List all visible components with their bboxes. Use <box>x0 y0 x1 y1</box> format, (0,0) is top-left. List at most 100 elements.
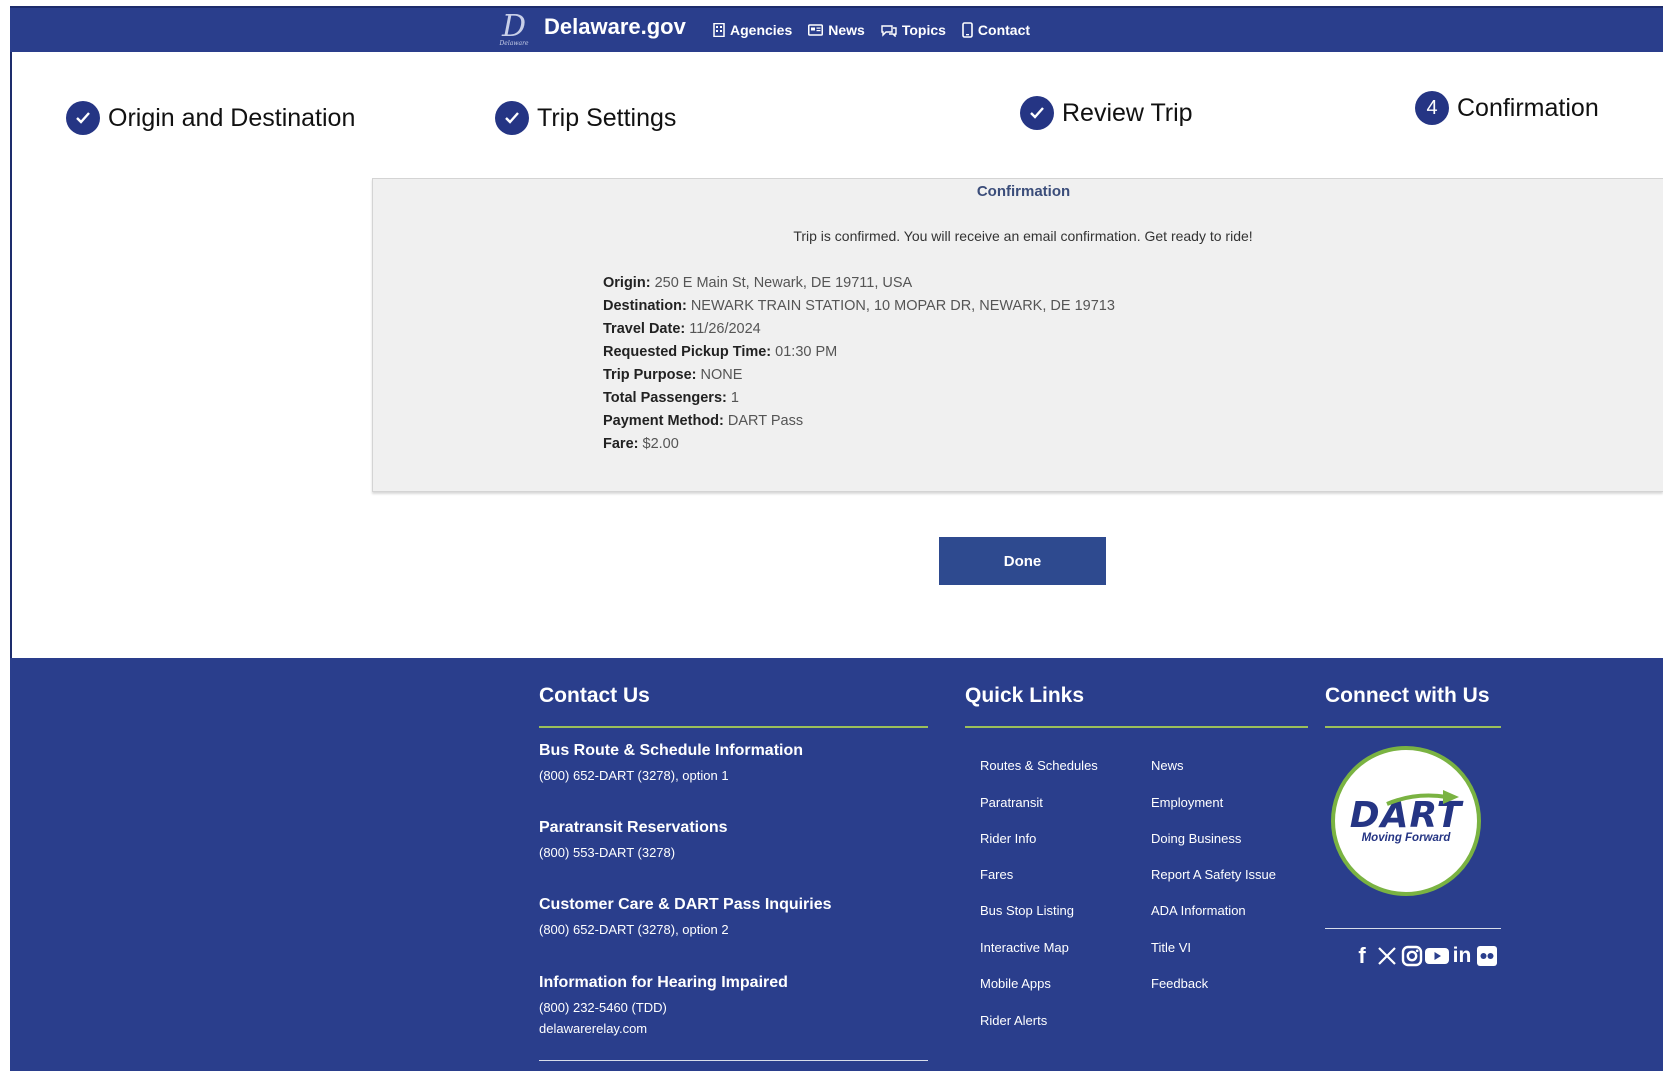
detail-value: 1 <box>730 390 739 406</box>
delaware-logo-caption: Delaware <box>499 40 529 47</box>
detail-label: Payment Method: <box>603 413 724 429</box>
contact-phone[interactable]: (800) 232-5460 (TDD) <box>539 1000 788 1015</box>
step-origin-destination: Origin and Destination <box>66 101 355 135</box>
contact-heading: Contact Us <box>539 684 650 707</box>
detail-value: 250 E Main St, Newark, DE 19711, USA <box>654 275 913 291</box>
quick-link[interactable]: Rider Alerts <box>980 1013 1047 1028</box>
delaware-logo-glyph: D <box>501 9 527 44</box>
contact-bottom-divider <box>539 1060 928 1061</box>
quick-link[interactable]: Bus Stop Listing <box>980 903 1074 918</box>
quick-link[interactable]: Doing Business <box>1151 831 1241 846</box>
contact-hearing-impaired: Information for Hearing Impaired (800) 2… <box>539 974 788 1036</box>
quick-link[interactable]: ADA Information <box>1151 903 1246 918</box>
step-label: Trip Settings <box>537 103 677 132</box>
detail-label: Fare: <box>603 436 639 452</box>
detail-label: Total Passengers: <box>603 390 727 406</box>
detail-label: Requested Pickup Time: <box>603 344 772 360</box>
step-confirmation: 4 Confirmation <box>1415 91 1599 125</box>
flickr-icon[interactable] <box>1475 944 1499 968</box>
check-icon <box>66 101 100 135</box>
quick-link[interactable]: Routes & Schedules <box>980 758 1098 773</box>
detail-total-passengers: Total Passengers: 1 <box>603 387 1115 410</box>
quick-links-divider <box>965 726 1308 728</box>
detail-travel-date: Travel Date: 11/26/2024 <box>603 318 1115 341</box>
trip-details: Origin: 250 E Main St, Newark, DE 19711,… <box>603 272 1115 456</box>
contact-divider <box>539 726 928 728</box>
delaware-logo[interactable]: D Delaware <box>494 12 534 52</box>
step-review-trip: Review Trip <box>1020 96 1193 130</box>
detail-label: Destination: <box>603 298 687 314</box>
contact-phone[interactable]: (800) 652-DART (3278), option 2 <box>539 922 832 937</box>
site-title[interactable]: Delaware.gov <box>544 14 686 40</box>
nav-agencies[interactable]: Agencies <box>713 22 792 38</box>
confirmation-message: Trip is confirmed. You will receive an e… <box>793 228 1253 244</box>
detail-value: DART Pass <box>727 413 804 429</box>
detail-label: Origin: <box>603 275 651 291</box>
connect-heading: Connect with Us <box>1325 684 1490 707</box>
detail-value: 11/26/2024 <box>689 321 761 337</box>
detail-pickup-time: Requested Pickup Time: 01:30 PM <box>603 341 1115 364</box>
contact-phone[interactable]: (800) 652-DART (3278), option 1 <box>539 768 803 783</box>
instagram-icon[interactable] <box>1400 944 1424 968</box>
phone-icon <box>962 22 973 38</box>
dart-logo[interactable]: DART Moving Forward <box>1331 746 1481 896</box>
contact-bus-route: Bus Route & Schedule Information (800) 6… <box>539 742 803 783</box>
quick-link[interactable]: Paratransit <box>980 795 1043 810</box>
detail-label: Travel Date: <box>603 321 686 337</box>
check-icon <box>1020 96 1054 130</box>
contact-link[interactable]: delawarerelay.com <box>539 1021 788 1036</box>
building-icon <box>713 23 725 37</box>
quick-link[interactable]: Employment <box>1151 795 1223 810</box>
step-trip-settings: Trip Settings <box>495 101 676 135</box>
dart-logo-tagline: Moving Forward <box>1361 832 1451 844</box>
detail-value: $2.00 <box>642 436 679 452</box>
done-button[interactable]: Done <box>939 537 1106 585</box>
contact-title: Customer Care & DART Pass Inquiries <box>539 896 832 913</box>
detail-origin: Origin: 250 E Main St, Newark, DE 19711,… <box>603 272 1115 295</box>
quick-links-heading: Quick Links <box>965 684 1085 707</box>
contact-title: Information for Hearing Impaired <box>539 974 788 991</box>
quick-link[interactable]: Interactive Map <box>980 940 1069 955</box>
nav-agencies-label: Agencies <box>730 22 793 38</box>
nav-contact-label: Contact <box>977 22 1031 38</box>
nav-contact[interactable]: Contact <box>962 22 1030 38</box>
quick-link[interactable]: Rider Info <box>980 831 1036 846</box>
linkedin-icon[interactable]: in <box>1450 944 1474 968</box>
detail-destination: Destination: NEWARK TRAIN STATION, 10 MO… <box>603 295 1115 318</box>
youtube-icon[interactable] <box>1425 944 1449 968</box>
facebook-icon[interactable]: f <box>1350 943 1374 968</box>
nav-topics[interactable]: Topics <box>881 22 946 38</box>
detail-value: NEWARK TRAIN STATION, 10 MOPAR DR, NEWAR… <box>690 298 1115 314</box>
nav-news[interactable]: News <box>808 22 865 38</box>
check-icon <box>495 101 529 135</box>
detail-fare: Fare: $2.00 <box>603 433 1115 456</box>
quick-link[interactable]: Feedback <box>1151 976 1208 991</box>
chat-icon <box>881 24 897 37</box>
panel-title: Confirmation <box>976 183 1071 200</box>
confirmation-panel: Confirmation Trip is confirmed. You will… <box>372 178 1663 492</box>
step-number-badge: 4 <box>1415 91 1449 125</box>
arrow-icon <box>1386 790 1459 806</box>
connect-divider <box>1325 726 1501 728</box>
quick-link[interactable]: Mobile Apps <box>980 976 1051 991</box>
quick-link[interactable]: Report A Safety Issue <box>1151 867 1276 882</box>
detail-value: NONE <box>700 367 743 383</box>
contact-phone[interactable]: (800) 553-DART (3278) <box>539 845 728 860</box>
quick-link[interactable]: Fares <box>980 867 1013 882</box>
contact-paratransit: Paratransit Reservations (800) 553-DART … <box>539 819 728 860</box>
social-divider <box>1325 928 1501 929</box>
quick-link[interactable]: Title VI <box>1151 940 1191 955</box>
step-label: Origin and Destination <box>108 103 356 132</box>
top-header-bar: D Delaware Delaware.gov Agencies News To… <box>10 6 1663 52</box>
newspaper-icon <box>808 24 824 36</box>
step-label: Review Trip <box>1062 98 1193 127</box>
detail-value: 01:30 PM <box>775 344 838 360</box>
detail-trip-purpose: Trip Purpose: NONE <box>603 364 1115 387</box>
detail-label: Trip Purpose: <box>603 367 697 383</box>
contact-customer-care: Customer Care & DART Pass Inquiries (800… <box>539 896 832 937</box>
x-icon[interactable] <box>1375 944 1399 968</box>
social-icons: f in <box>1350 943 1499 968</box>
step-label: Confirmation <box>1457 93 1599 122</box>
left-border <box>10 52 12 658</box>
quick-link[interactable]: News <box>1151 758 1184 773</box>
